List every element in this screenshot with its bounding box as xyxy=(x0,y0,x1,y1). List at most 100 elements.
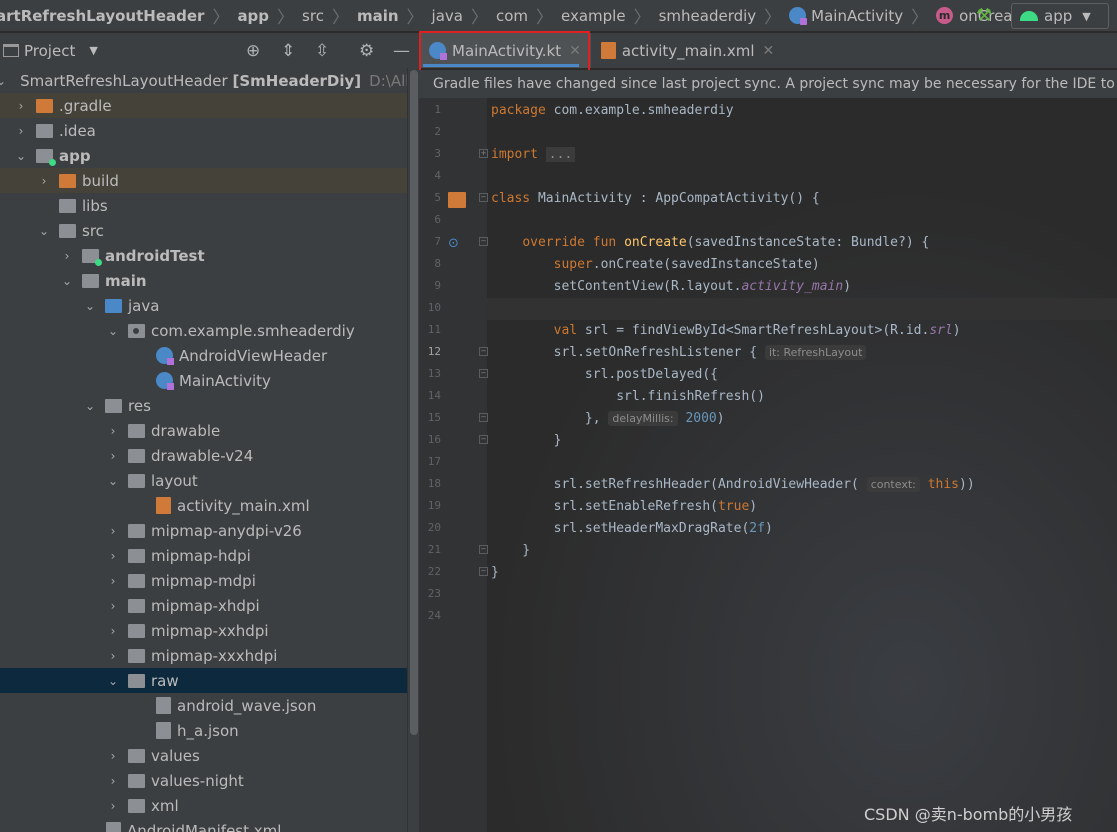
chevron-right-icon[interactable]: › xyxy=(106,649,120,663)
tree-row-activity-main-xml[interactable]: activity_main.xml xyxy=(0,493,407,518)
breadcrumb-smheaderdiy[interactable]: smheaderdiy xyxy=(659,7,757,25)
tree-row-res[interactable]: ⌄ res xyxy=(0,393,407,418)
line-number[interactable]: 2 xyxy=(419,125,441,138)
breadcrumb-com[interactable]: com xyxy=(496,7,528,25)
code-line-23[interactable]: } xyxy=(491,540,530,562)
tree-row-manifest[interactable]: AndroidManifest.xml xyxy=(0,818,407,832)
line-number[interactable]: 1 xyxy=(419,103,441,116)
tree-row-android-wave-json[interactable]: android_wave.json xyxy=(0,693,407,718)
code-line-17[interactable]: }, delayMillis: 2000) xyxy=(491,408,725,430)
tree-row-raw[interactable]: ⌄ raw xyxy=(0,668,407,693)
layout-file-gutter-icon[interactable] xyxy=(448,192,466,208)
tree-row-mipmap-xxhdpi[interactable]: › mipmap-xxhdpi xyxy=(0,618,407,643)
breadcrumb-java[interactable]: java xyxy=(432,7,463,25)
line-number[interactable]: 7 xyxy=(419,235,441,248)
code-line-16[interactable]: srl.finishRefresh() xyxy=(491,386,765,408)
chevron-right-icon[interactable]: › xyxy=(14,124,28,138)
chevron-right-icon[interactable]: › xyxy=(106,549,120,563)
tree-row-mipmap-hdpi[interactable]: › mipmap-hdpi xyxy=(0,543,407,568)
fold-marker-icon[interactable]: − xyxy=(479,347,488,356)
code-line-15[interactable]: srl.postDelayed({ xyxy=(491,364,718,386)
line-number[interactable]: 17 xyxy=(419,455,441,468)
chevron-right-icon[interactable]: › xyxy=(60,249,74,263)
line-number[interactable]: 21 xyxy=(419,543,441,556)
fold-marker-icon[interactable]: − xyxy=(479,435,488,444)
chevron-right-icon[interactable]: › xyxy=(106,599,120,613)
code-line-20[interactable]: srl.setRefreshHeader(AndroidViewHeader( … xyxy=(491,474,975,496)
breadcrumb-example[interactable]: example xyxy=(561,7,626,25)
line-number[interactable]: 23 xyxy=(419,587,441,600)
breadcrumb-main[interactable]: main xyxy=(357,7,399,25)
line-number[interactable]: 12 xyxy=(419,345,441,358)
line-number[interactable]: 4 xyxy=(419,169,441,182)
chevron-right-icon[interactable]: › xyxy=(106,799,120,813)
line-number[interactable]: 24 xyxy=(419,609,441,622)
line-number[interactable]: 10 xyxy=(419,301,441,314)
tree-row-mipmap-xxxhdpi[interactable]: › mipmap-xxxhdpi xyxy=(0,643,407,668)
tree-row-java[interactable]: ⌄ java xyxy=(0,293,407,318)
line-number[interactable]: 9 xyxy=(419,279,441,292)
breadcrumb-mainactivity[interactable]: MainActivity xyxy=(789,7,903,25)
chevron-right-icon[interactable]: › xyxy=(106,774,120,788)
chevron-right-icon[interactable]: › xyxy=(106,524,120,538)
tab-activity-main-xml[interactable]: activity_main.xml ✕ xyxy=(591,33,784,68)
fold-marker-icon[interactable]: − xyxy=(479,413,488,422)
tree-row-root[interactable]: ⌄ SmartRefreshLayoutHeader [SmHeaderDiy]… xyxy=(0,68,407,93)
line-number[interactable]: 8 xyxy=(419,257,441,270)
code-line-11[interactable]: setContentView(R.layout.activity_main) xyxy=(491,276,851,298)
expand-all-icon[interactable]: ⇕ xyxy=(281,41,295,61)
line-number[interactable]: 22 xyxy=(419,565,441,578)
gear-icon[interactable]: ⚙ xyxy=(359,41,374,61)
chevron-right-icon[interactable]: › xyxy=(37,174,51,188)
chevron-down-icon[interactable]: ⌄ xyxy=(0,74,6,88)
code-line-3[interactable]: import ... xyxy=(491,144,576,166)
fold-marker-icon[interactable]: − xyxy=(479,193,488,202)
tree-row-libs[interactable]: libs xyxy=(0,193,407,218)
hide-panel-icon[interactable]: — xyxy=(393,41,410,61)
code-line-7[interactable]: class MainActivity : AppCompatActivity()… xyxy=(491,188,820,210)
project-view-title[interactable]: Project xyxy=(24,42,75,60)
line-number[interactable]: 3 xyxy=(419,147,441,160)
tree-row-drawable-v24[interactable]: › drawable-v24 xyxy=(0,443,407,468)
tree-row-h-a-json[interactable]: h_a.json xyxy=(0,718,407,743)
code-line-24[interactable]: } xyxy=(491,562,499,584)
code-line-10[interactable]: super.onCreate(savedInstanceState) xyxy=(491,254,820,276)
close-icon[interactable]: ✕ xyxy=(569,43,581,59)
chevron-down-icon[interactable]: ▼ xyxy=(89,44,97,57)
chevron-right-icon[interactable]: › xyxy=(106,624,120,638)
chevron-down-icon[interactable]: ⌄ xyxy=(37,224,51,238)
fold-marker-icon[interactable]: − xyxy=(479,237,488,246)
chevron-down-icon[interactable]: ⌄ xyxy=(83,399,97,413)
tree-row-drawable[interactable]: › drawable xyxy=(0,418,407,443)
chevron-right-icon[interactable]: › xyxy=(106,449,120,463)
line-number[interactable]: 11 xyxy=(419,323,441,336)
run-configuration-select[interactable]: app ▼ xyxy=(1011,3,1109,29)
breadcrumb-project[interactable]: artRefreshLayoutHeader xyxy=(0,7,204,25)
code-line-22[interactable]: srl.setHeaderMaxDragRate(2f) xyxy=(491,518,773,540)
fold-marker-icon[interactable]: + xyxy=(479,149,488,158)
tree-row-xml[interactable]: › xml xyxy=(0,793,407,818)
override-gutter-icon[interactable]: ⊙ xyxy=(448,236,462,252)
tree-row-values-night[interactable]: › values-night xyxy=(0,768,407,793)
tree-scrollbar-thumb[interactable] xyxy=(410,70,418,735)
locate-icon[interactable]: ⊕ xyxy=(246,41,260,61)
chevron-down-icon[interactable]: ⌄ xyxy=(106,324,120,338)
tree-row-mipmap-mdpi[interactable]: › mipmap-mdpi xyxy=(0,568,407,593)
collapse-all-icon[interactable]: ⇳ xyxy=(315,41,329,61)
fold-marker-icon[interactable]: − xyxy=(479,545,488,554)
line-number[interactable]: 18 xyxy=(419,477,441,490)
line-number[interactable]: 15 xyxy=(419,411,441,424)
breadcrumb-app[interactable]: app xyxy=(237,7,269,25)
close-icon[interactable]: ✕ xyxy=(763,43,775,59)
chevron-down-icon[interactable]: ⌄ xyxy=(106,474,120,488)
build-hammer-icon[interactable]: ⚒ xyxy=(976,5,992,26)
line-number[interactable]: 6 xyxy=(419,213,441,226)
tree-row-package[interactable]: ⌄ com.example.smheaderdiy xyxy=(0,318,407,343)
code-line-18[interactable]: } xyxy=(491,430,562,452)
code-editor[interactable]: 1 2 3 4 5 6 7 8 9 10 11 12 13 14 15 16 17 18 19 20 21 22 23 24 … xyxy=(419,98,1117,832)
chevron-right-icon[interactable]: › xyxy=(14,99,28,113)
tree-row-gradle[interactable]: › .gradle xyxy=(0,93,407,118)
breadcrumb-src[interactable]: src xyxy=(302,7,324,25)
line-number[interactable]: 20 xyxy=(419,521,441,534)
fold-marker-icon[interactable]: − xyxy=(479,567,488,576)
